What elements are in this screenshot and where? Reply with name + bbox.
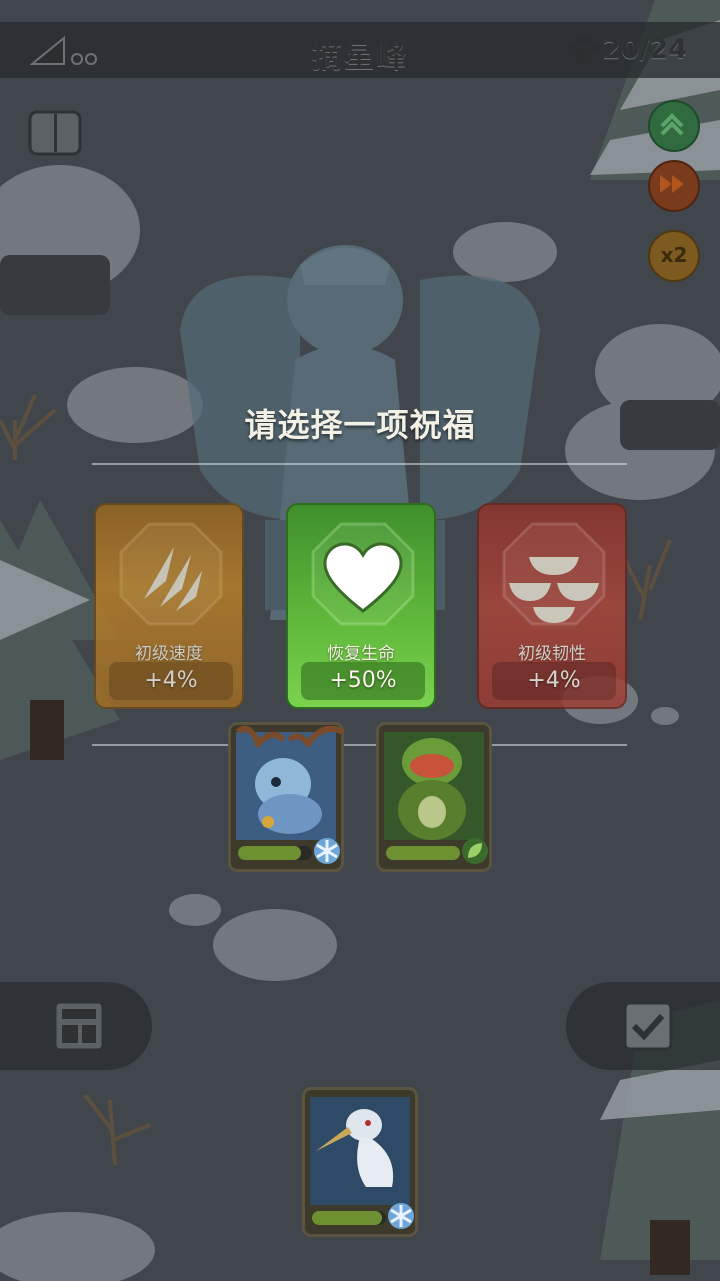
hero-hp-bar bbox=[312, 1211, 386, 1225]
paw-icon bbox=[568, 37, 599, 64]
auto-battle-button[interactable] bbox=[648, 100, 700, 152]
blessing-value: +4% bbox=[527, 668, 581, 693]
right-side-panel bbox=[566, 982, 720, 1070]
blessing-card-speed[interactable]: 初级速度 +4% bbox=[94, 503, 244, 709]
divider-bottom bbox=[92, 744, 627, 746]
double-chevron-up-icon bbox=[660, 113, 684, 136]
fast-forward-button[interactable] bbox=[648, 160, 700, 212]
blessing-card-toughness[interactable]: 初级韧性 +4% bbox=[477, 503, 627, 709]
pause-icon[interactable] bbox=[28, 110, 82, 156]
blessing-name: 恢复生命 bbox=[327, 644, 395, 664]
blessing-value: +50% bbox=[329, 668, 397, 693]
stage-progress-counter: 20/24 bbox=[602, 34, 688, 65]
armor-plates-icon bbox=[502, 522, 606, 626]
leaf-icon bbox=[462, 838, 488, 864]
hero-hp-bar bbox=[238, 846, 312, 860]
fast-forward-icon bbox=[660, 175, 684, 193]
blessing-value-box: +50% bbox=[301, 662, 425, 700]
hero-card-crane[interactable] bbox=[302, 1087, 418, 1237]
snowflake-icon bbox=[314, 838, 340, 864]
speed-multiplier-button[interactable]: x2 bbox=[648, 230, 700, 282]
hero-card-green-monkey[interactable] bbox=[376, 722, 492, 872]
left-side-panel bbox=[0, 982, 152, 1070]
top-status-bar: 摘星峰 20/24 bbox=[0, 22, 720, 78]
blessing-value-box: +4% bbox=[109, 662, 233, 700]
blessing-prompt: 请选择一项祝福 bbox=[244, 406, 476, 444]
checkbox-icon[interactable] bbox=[622, 1000, 674, 1052]
blessing-name: 初级速度 bbox=[135, 644, 203, 664]
hero-hp-bar bbox=[386, 846, 460, 860]
heart-icon bbox=[311, 522, 415, 626]
blessing-card-heal[interactable]: 恢复生命 +50% bbox=[286, 503, 436, 709]
blessing-name: 初级韧性 bbox=[518, 644, 586, 664]
claw-slash-icon bbox=[119, 522, 223, 626]
hero-card-blue-deer[interactable] bbox=[228, 722, 344, 872]
snowflake-icon bbox=[388, 1203, 414, 1229]
blessing-value-box: +4% bbox=[492, 662, 616, 700]
blessing-value: +4% bbox=[144, 668, 198, 693]
speed-multiplier-label: x2 bbox=[660, 243, 688, 267]
lineup-icon[interactable] bbox=[52, 999, 106, 1053]
divider-top bbox=[92, 463, 627, 465]
